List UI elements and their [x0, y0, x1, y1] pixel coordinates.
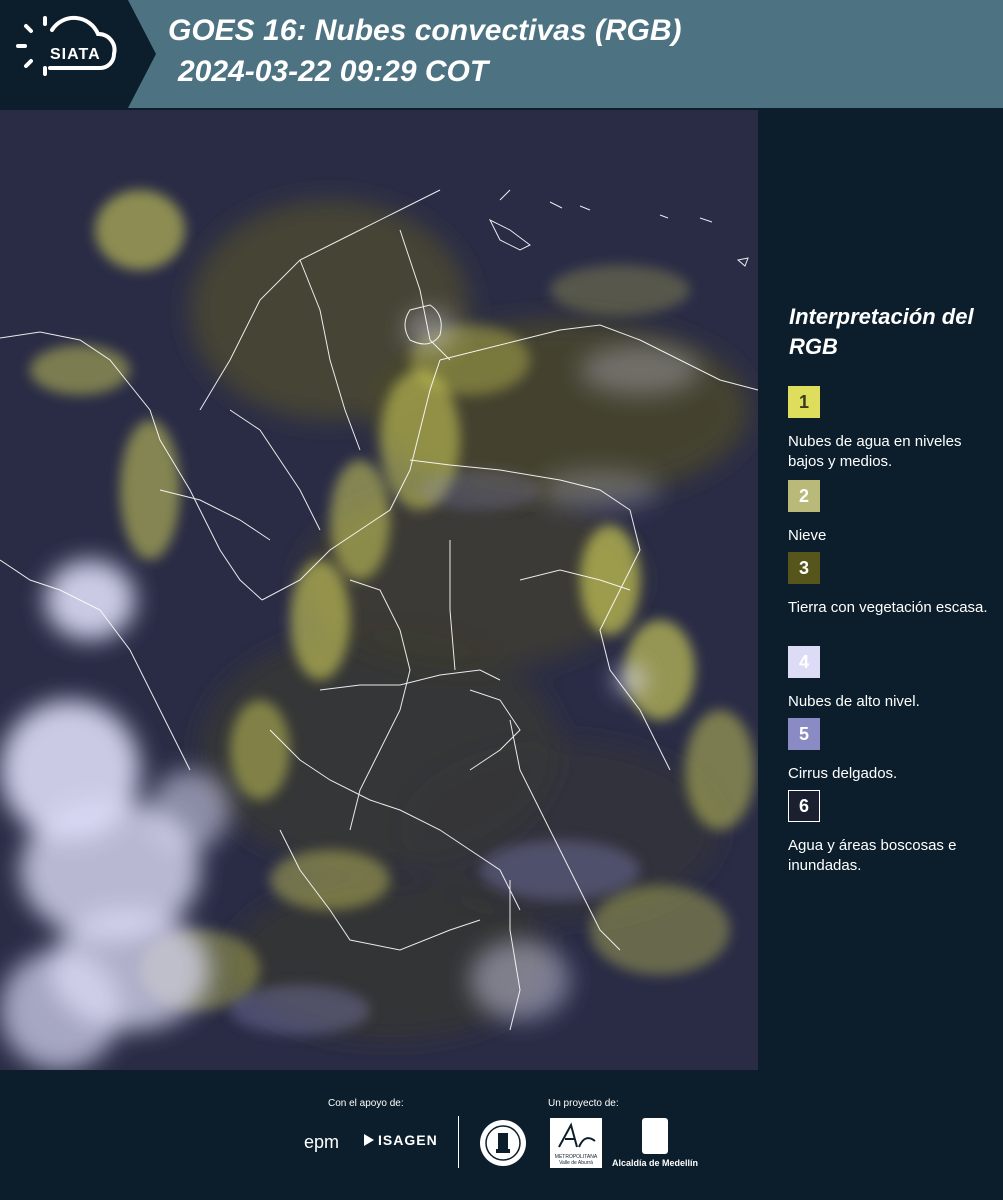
- legend-swatch-4: 4: [788, 646, 820, 678]
- legend-item-5: 5 Cirrus delgados.: [788, 718, 988, 784]
- support-label: Con el apoyo de:: [328, 1098, 404, 1109]
- legend-label-5: Cirrus delgados.: [788, 765, 898, 782]
- legend-swatch-1: 1: [788, 386, 820, 418]
- medellin-seal-icon[interactable]: [478, 1118, 528, 1168]
- alcaldia-shield-icon[interactable]: [642, 1118, 668, 1154]
- legend-item-6: 6 Agua y áreas boscosas e inundadas.: [788, 790, 988, 876]
- area-metropolitana-text: METROPOLITANA Valle de Aburrá: [554, 1154, 598, 1166]
- legend-swatch-3: 3: [788, 552, 820, 584]
- legend-swatch-2: 2: [788, 480, 820, 512]
- legend-item-4: 4 Nubes de alto nivel.: [788, 646, 988, 712]
- satellite-map[interactable]: [0, 110, 758, 1070]
- siata-logo-text: SIATA: [50, 46, 101, 63]
- isagen-mark-icon: [364, 1134, 374, 1146]
- legend-item-1: 1 Nubes de agua en niveles bajos y medio…: [788, 386, 988, 472]
- timestamp: 2024-03-22 09:29 COT: [178, 55, 489, 88]
- page-title: GOES 16: Nubes convectivas (RGB): [168, 14, 682, 47]
- legend-label-6: Agua y áreas boscosas e inundadas.: [788, 837, 957, 874]
- legend-label-2: Nieve: [788, 527, 827, 544]
- legend-item-2: 2 Nieve: [788, 480, 988, 546]
- legend-panel: Interpretación del RGB 1 Nubes de agua e…: [760, 110, 1003, 1070]
- legend-label-3: Tierra con vegetación escasa.: [788, 599, 988, 616]
- isagen-logo[interactable]: ISAGEN: [378, 1132, 438, 1148]
- legend-title: Interpretación del RGB: [789, 304, 974, 359]
- footer-divider: [458, 1116, 459, 1168]
- header-bar: SIATA GOES 16: Nubes convectivas (RGB) 2…: [0, 0, 1003, 108]
- epm-logo[interactable]: epm: [304, 1132, 339, 1153]
- legend-label-4: Nubes de alto nivel.: [788, 693, 920, 710]
- legend-swatch-6: 6: [788, 790, 820, 822]
- legend-item-3: 3 Tierra con vegetación escasa.: [788, 552, 988, 618]
- project-label: Un proyecto de:: [548, 1098, 619, 1109]
- footer: Con el apoyo de: Un proyecto de: epm ISA…: [0, 1070, 1003, 1200]
- alcaldia-medellin-text: Alcaldía de Medellín: [612, 1158, 699, 1168]
- legend-swatch-5: 5: [788, 718, 820, 750]
- legend-label-1: Nubes de agua en niveles bajos y medios.: [788, 433, 962, 470]
- siata-logo[interactable]: SIATA: [0, 0, 160, 108]
